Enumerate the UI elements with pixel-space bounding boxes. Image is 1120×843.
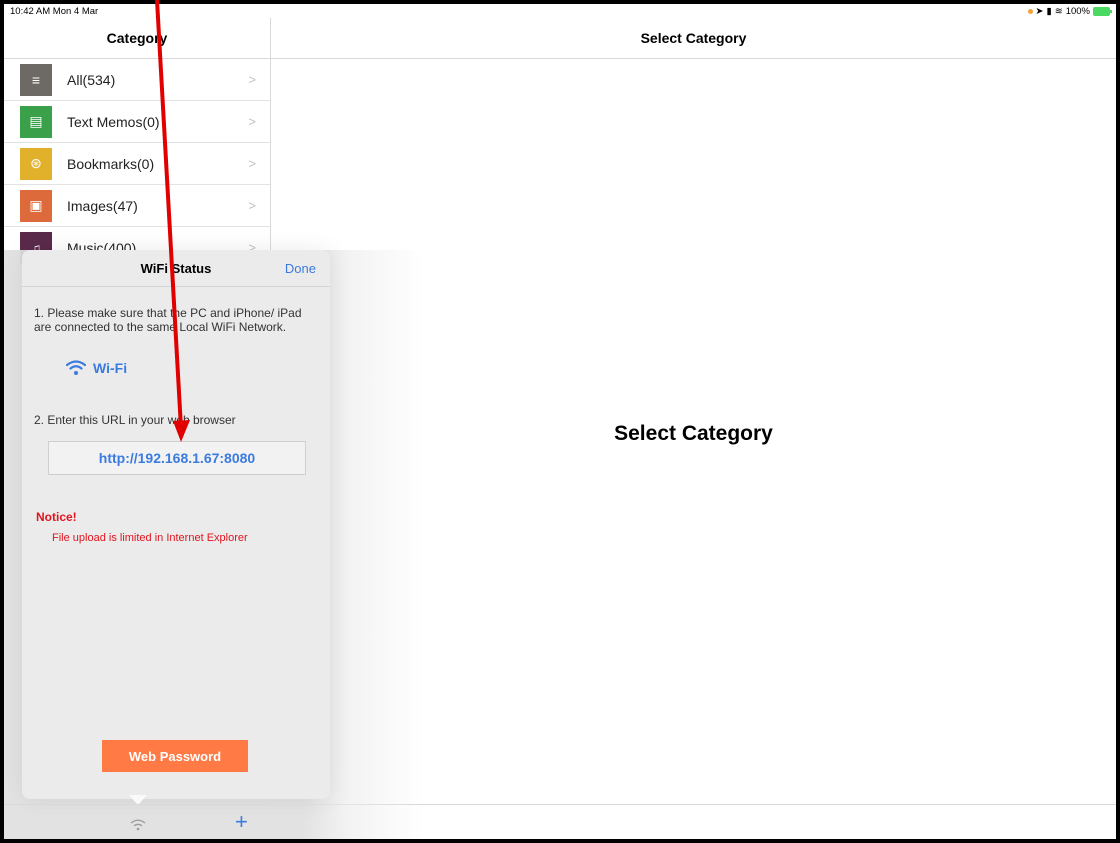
chevron-right-icon: > (248, 156, 256, 171)
done-button[interactable]: Done (285, 261, 316, 276)
wifi-label: Wi-Fi (93, 360, 128, 376)
category-item-images[interactable]: ▣ Images(47) > (4, 185, 270, 227)
category-item-label: Images(47) (67, 197, 138, 214)
popover-header: WiFi Status Done (22, 250, 330, 287)
list-icon: ≡ (20, 63, 52, 96)
ipad-screen: 10:42 AM Mon 4 Mar ➤ ▮ ≋ 100% Category ≡… (4, 4, 1116, 839)
recording-dot-icon (1027, 9, 1033, 14)
category-title: Category (4, 18, 270, 59)
chevron-right-icon: > (248, 72, 256, 87)
wifi-icon (66, 360, 86, 375)
server-url[interactable]: http://192.168.1.67:8080 (48, 441, 306, 475)
step1-instruction: 1. Please make sure that the PC and iPho… (34, 306, 302, 334)
category-item-label: Text Memos(0) (67, 113, 160, 130)
status-indicators: ➤ ▮ ≋ 100% (1027, 6, 1112, 17)
wifi-status-popover: WiFi Status Done 1. Please make sure tha… (22, 250, 330, 799)
notice-text: File upload is limited in Internet Explo… (52, 532, 248, 544)
step2-instruction: 2. Enter this URL in your web browser (34, 413, 236, 427)
web-password-button[interactable]: Web Password (102, 740, 248, 772)
battery-percent: 100% (1065, 6, 1090, 17)
memo-icon: ▤ (20, 105, 52, 138)
notice-title: Notice! (36, 510, 77, 524)
compass-icon: ⊛ (20, 147, 52, 180)
chevron-right-icon: > (248, 198, 256, 213)
wifi-toolbar-icon[interactable] (130, 819, 146, 831)
signal-icon: ▮ (1046, 6, 1052, 17)
category-item-label: Bookmarks(0) (67, 155, 155, 172)
category-item-text-memos[interactable]: ▤ Text Memos(0) > (4, 101, 270, 143)
popover-title: WiFi Status (140, 261, 212, 276)
location-icon: ➤ (1035, 6, 1044, 17)
add-button[interactable]: + (235, 811, 248, 833)
category-item-all[interactable]: ≡ All(534) > (4, 59, 270, 101)
status-time: 10:42 AM Mon 4 Mar (10, 6, 99, 17)
wifi-settings-link[interactable]: Wi-Fi (66, 360, 127, 376)
wifi-status-icon: ≋ (1054, 6, 1063, 17)
status-bar: 10:42 AM Mon 4 Mar ➤ ▮ ≋ 100% (4, 4, 1116, 18)
category-item-label: All(534) (67, 71, 116, 88)
bottom-toolbar: + (4, 804, 270, 839)
battery-icon (1093, 7, 1112, 16)
category-list: ≡ All(534) > ▤ Text Memos(0) > ⊛ Bookmar… (4, 59, 270, 269)
category-item-bookmarks[interactable]: ⊛ Bookmarks(0) > (4, 143, 270, 185)
detail-title: Select Category (271, 18, 1116, 59)
image-icon: ▣ (20, 189, 52, 222)
chevron-right-icon: > (248, 114, 256, 129)
